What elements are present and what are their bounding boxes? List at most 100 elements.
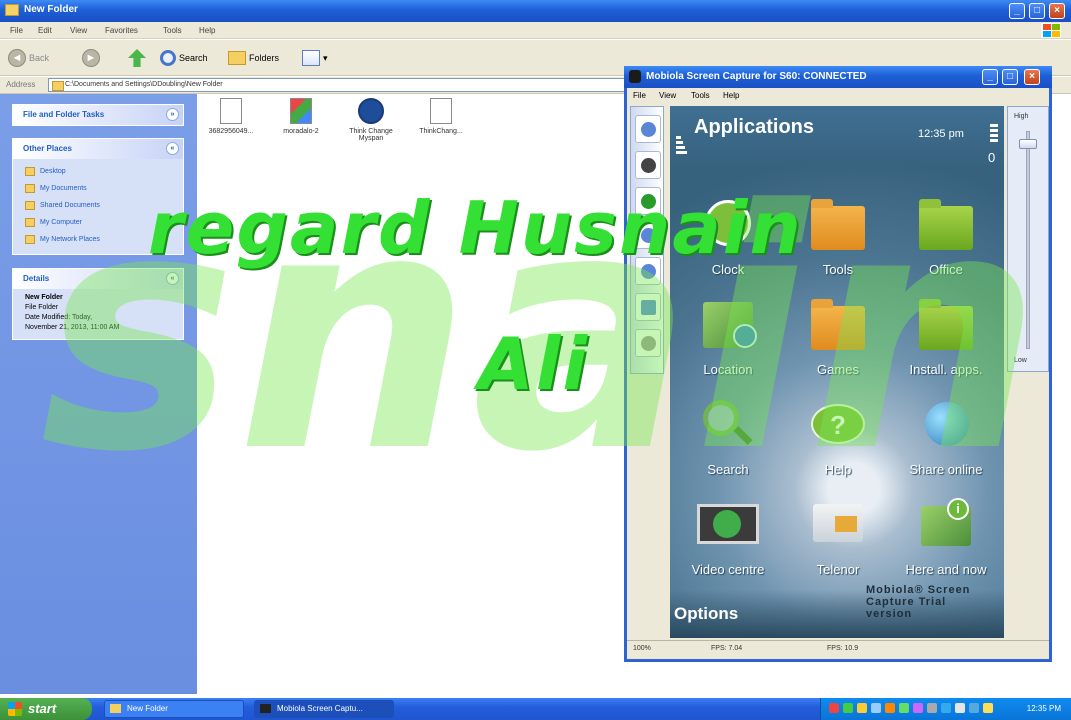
options-softkey[interactable]: Options bbox=[674, 604, 738, 624]
tray-icon[interactable] bbox=[857, 703, 867, 713]
minimize-button[interactable]: _ bbox=[1009, 3, 1025, 19]
camera-tool-button[interactable] bbox=[635, 151, 661, 179]
details-type: File Folder bbox=[25, 304, 59, 311]
app-telenor[interactable]: Telenor bbox=[788, 498, 888, 577]
app-install-apps[interactable]: Install. apps. bbox=[896, 298, 996, 377]
menu-help[interactable]: Help bbox=[723, 91, 739, 100]
place-shared-documents[interactable]: Shared Documents bbox=[25, 197, 175, 214]
file-name: Think Change Myspan bbox=[349, 128, 393, 142]
app-share-online[interactable]: Share online bbox=[896, 398, 996, 477]
explorer-titlebar[interactable]: New Folder _ □ × bbox=[0, 0, 1071, 22]
menu-view[interactable]: View bbox=[70, 26, 87, 35]
collapse-chevron-icon[interactable]: « bbox=[166, 272, 179, 285]
menu-view[interactable]: View bbox=[659, 91, 676, 100]
file-item[interactable]: moradalo-2 bbox=[266, 98, 336, 135]
menu-help[interactable]: Help bbox=[199, 26, 215, 35]
document-icon bbox=[220, 98, 242, 124]
zoom-track[interactable] bbox=[1026, 131, 1030, 349]
tray-icon[interactable] bbox=[843, 703, 853, 713]
app-location[interactable]: Location bbox=[678, 298, 778, 377]
collapse-chevron-icon[interactable]: » bbox=[166, 108, 179, 121]
views-button[interactable]: ▾ bbox=[302, 48, 328, 68]
other-places-panel: Other Places « Desktop My Documents Shar… bbox=[12, 138, 184, 255]
here-and-now-icon: i bbox=[917, 498, 975, 552]
back-button[interactable]: ◄ Back bbox=[8, 48, 49, 68]
fullscreen-tool-button[interactable] bbox=[635, 293, 661, 321]
mobiola-menubar: File View Tools Help bbox=[627, 88, 1049, 104]
volume-icon[interactable] bbox=[955, 703, 965, 713]
menu-edit[interactable]: Edit bbox=[38, 26, 52, 35]
app-clock[interactable]: Clock bbox=[678, 198, 778, 277]
details-header[interactable]: Details « bbox=[13, 269, 183, 289]
taskbar-item-new-folder[interactable]: New Folder bbox=[104, 700, 244, 718]
app-tools[interactable]: Tools bbox=[788, 198, 888, 277]
menu-tools[interactable]: Tools bbox=[691, 91, 710, 100]
close-button[interactable]: × bbox=[1024, 69, 1040, 85]
tray-icon[interactable] bbox=[871, 703, 881, 713]
system-tray: 12:35 PM bbox=[820, 698, 1071, 720]
menu-file[interactable]: File bbox=[10, 26, 23, 35]
place-my-computer[interactable]: My Computer bbox=[25, 214, 175, 231]
mobiola-title: Mobiola Screen Capture for S60: CONNECTE… bbox=[646, 71, 867, 82]
shared-documents-icon bbox=[25, 201, 35, 210]
zoom-low-label: Low bbox=[1014, 357, 1027, 364]
tray-icon[interactable] bbox=[913, 703, 923, 713]
network-icon[interactable] bbox=[969, 703, 979, 713]
app-video-centre[interactable]: Video centre bbox=[678, 498, 778, 577]
record-tool-button[interactable] bbox=[635, 187, 661, 215]
place-desktop[interactable]: Desktop bbox=[25, 163, 175, 180]
file-item[interactable]: Think Change Myspan bbox=[336, 98, 406, 142]
start-button[interactable]: start bbox=[0, 698, 92, 720]
connect-tool-button[interactable] bbox=[635, 115, 661, 143]
tray-icon[interactable] bbox=[829, 703, 839, 713]
record-icon bbox=[641, 194, 656, 209]
mobiola-titlebar[interactable]: Mobiola Screen Capture for S60: CONNECTE… bbox=[624, 66, 1052, 88]
tray-icon[interactable] bbox=[927, 703, 937, 713]
other-places-header[interactable]: Other Places « bbox=[13, 139, 183, 159]
tray-icon[interactable] bbox=[941, 703, 951, 713]
watermark-line-2: Ali bbox=[478, 322, 590, 406]
place-my-documents[interactable]: My Documents bbox=[25, 180, 175, 197]
tray-icon[interactable] bbox=[983, 703, 993, 713]
app-search[interactable]: Search bbox=[678, 398, 778, 477]
zoom-thumb[interactable] bbox=[1019, 139, 1037, 149]
menu-favorites[interactable]: Favorites bbox=[105, 26, 138, 35]
maximize-button[interactable]: □ bbox=[1002, 69, 1018, 85]
app-here-and-now[interactable]: i Here and now bbox=[896, 498, 996, 577]
place-my-network-places[interactable]: My Network Places bbox=[25, 231, 175, 248]
search-icon bbox=[160, 50, 176, 66]
phone-screen[interactable]: Applications 12:35 pm 0 Clock Tools Offi… bbox=[670, 106, 1004, 638]
taskbar-item-mobiola[interactable]: Mobiola Screen Captu... bbox=[254, 700, 394, 718]
file-item[interactable]: ThinkChang... bbox=[406, 98, 476, 135]
app-help[interactable]: ? Help bbox=[788, 398, 888, 477]
place-label: Shared Documents bbox=[40, 202, 100, 209]
app-office[interactable]: Office bbox=[896, 198, 996, 277]
search-button[interactable]: Search bbox=[160, 48, 208, 68]
close-button[interactable]: × bbox=[1049, 3, 1065, 19]
menu-tools[interactable]: Tools bbox=[163, 26, 182, 35]
folders-button[interactable]: Folders bbox=[228, 48, 279, 68]
zoom-out-tool-button[interactable] bbox=[635, 257, 661, 285]
zoom-in-tool-button[interactable] bbox=[635, 221, 661, 249]
file-item[interactable]: 3682956049... bbox=[196, 98, 266, 135]
file-folder-tasks-header[interactable]: File and Folder Tasks » bbox=[13, 105, 183, 125]
collapse-chevron-icon[interactable]: « bbox=[166, 142, 179, 155]
settings-tool-button[interactable] bbox=[635, 329, 661, 357]
battery-bar bbox=[990, 134, 998, 137]
app-label: Location bbox=[703, 362, 753, 377]
up-folder-button[interactable] bbox=[128, 48, 146, 68]
maximize-button[interactable]: □ bbox=[1029, 3, 1045, 19]
clock-icon bbox=[699, 198, 757, 252]
minimize-button[interactable]: _ bbox=[982, 69, 998, 85]
my-computer-icon bbox=[25, 218, 35, 227]
forward-button[interactable]: ► bbox=[82, 48, 100, 68]
menu-file[interactable]: File bbox=[633, 91, 646, 100]
app-games[interactable]: Games bbox=[788, 298, 888, 377]
address-field[interactable]: C:\Documents and Settings\DDoubling\New … bbox=[48, 78, 628, 92]
taskbar-clock[interactable]: 12:35 PM bbox=[1027, 704, 1061, 713]
panel-title: Details bbox=[23, 274, 50, 283]
my-documents-icon bbox=[25, 184, 35, 193]
tray-icon[interactable] bbox=[885, 703, 895, 713]
zoom-slider[interactable]: High Low bbox=[1007, 106, 1049, 372]
tray-icon[interactable] bbox=[899, 703, 909, 713]
